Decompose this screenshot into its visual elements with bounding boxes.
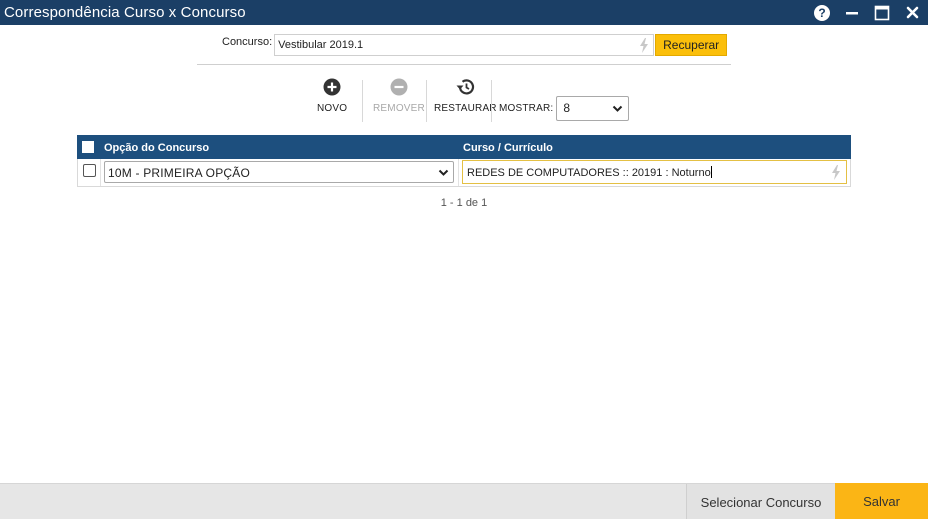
lightning-icon[interactable] <box>639 38 649 53</box>
window-controls: ? <box>812 0 922 25</box>
opcao-select[interactable]: 10M - PRIMEIRA OPÇÃO <box>104 161 454 183</box>
remover-button[interactable]: REMOVER <box>373 78 425 114</box>
pager-info: 1 - 1 de 1 <box>440 197 488 209</box>
chevron-down-icon <box>613 105 623 112</box>
close-icon <box>906 6 918 19</box>
concurso-label: Concurso: <box>222 36 273 48</box>
curso-value: REDES DE COMPUTADORES :: 20191 : Noturno <box>467 167 711 179</box>
dialog-window: Correspondência Curso x Concurso ? Concu… <box>0 0 928 519</box>
window-title: Correspondência Curso x Concurso <box>4 4 246 21</box>
toolbar: NOVO REMOVER RESTAURAR MOSTRAR: 8 <box>0 78 928 124</box>
recuperar-button[interactable]: Recuperar <box>655 34 728 56</box>
help-icon: ? <box>814 4 830 21</box>
column-divider <box>458 159 459 186</box>
footer-bar: Selecionar Concurso Salvar <box>0 483 928 519</box>
mostrar-select[interactable]: 8 <box>556 96 630 121</box>
toolbar-separator <box>426 80 427 122</box>
table-row: 10M - PRIMEIRA OPÇÃO REDES DE COMPUTADOR… <box>77 159 851 187</box>
close-button[interactable] <box>902 3 922 23</box>
minimize-icon <box>846 11 858 14</box>
row-checkbox[interactable] <box>83 164 96 177</box>
toolbar-separator <box>362 80 363 122</box>
text-caret <box>710 166 712 178</box>
minus-circle-icon <box>390 78 408 96</box>
title-bar: Correspondência Curso x Concurso ? <box>0 0 928 25</box>
grid-header: Opção do Concurso Curso / Currículo <box>77 135 851 159</box>
toolbar-separator <box>491 80 492 122</box>
help-button[interactable]: ? <box>812 3 832 23</box>
selecionar-concurso-button[interactable]: Selecionar Concurso <box>686 484 835 519</box>
maximize-icon <box>874 5 890 20</box>
novo-label: NOVO <box>317 103 348 114</box>
salvar-button[interactable]: Salvar <box>835 483 928 519</box>
mostrar-label: MOSTRAR: <box>499 103 554 114</box>
filter-divider <box>197 64 731 65</box>
maximize-button[interactable] <box>872 3 892 23</box>
chevron-down-icon <box>438 169 449 176</box>
column-header-opcao[interactable]: Opção do Concurso <box>104 142 209 154</box>
concurso-filter: Concurso: Vestibular 2019.1 Recuperar <box>222 33 728 57</box>
correspondence-grid: Opção do Concurso Curso / Currículo 10M … <box>77 135 851 209</box>
plus-circle-icon <box>323 78 341 96</box>
mostrar-control: MOSTRAR: 8 <box>499 96 630 121</box>
concurso-input[interactable]: Vestibular 2019.1 <box>274 34 655 56</box>
restaurar-button[interactable]: RESTAURAR <box>434 78 497 114</box>
select-all-checkbox[interactable] <box>82 141 94 153</box>
remover-label: REMOVER <box>373 103 425 114</box>
opcao-value: 10M - PRIMEIRA OPÇÃO <box>108 166 251 180</box>
curso-input[interactable]: REDES DE COMPUTADORES :: 20191 : Noturno <box>462 160 847 184</box>
minimize-button[interactable] <box>842 3 862 23</box>
column-divider <box>100 159 101 186</box>
restore-history-icon <box>456 79 475 95</box>
novo-button[interactable]: NOVO <box>317 78 347 114</box>
concurso-value: Vestibular 2019.1 <box>278 39 364 51</box>
restaurar-label: RESTAURAR <box>434 103 497 114</box>
column-header-curso[interactable]: Curso / Currículo <box>463 142 553 154</box>
mostrar-value: 8 <box>563 101 571 115</box>
lightning-icon[interactable] <box>831 165 841 180</box>
